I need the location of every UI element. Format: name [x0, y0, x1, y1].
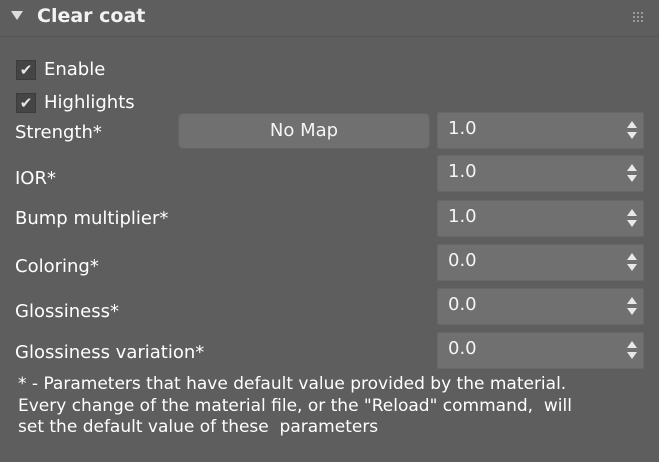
spinner-arrows[interactable] [627, 341, 638, 361]
spin-down-icon[interactable] [627, 264, 637, 271]
header-divider [0, 36, 659, 37]
glossiness-variation-label: Glossiness variation* [15, 342, 205, 363]
bump-multiplier-spinner[interactable]: 1.0 [437, 200, 644, 237]
coloring-spinner[interactable]: 0.0 [437, 244, 644, 281]
spin-up-icon[interactable] [627, 164, 637, 171]
spinner-arrows[interactable] [627, 253, 638, 273]
footnote-line: set the default value of these parameter… [18, 417, 379, 437]
glossiness-value[interactable]: 0.0 [448, 294, 477, 315]
glossiness-label: Glossiness* [15, 301, 119, 322]
strength-label: Strength* [15, 122, 102, 143]
spin-up-icon[interactable] [627, 341, 637, 348]
strength-map-button[interactable]: No Map [178, 113, 430, 149]
highlights-label: Highlights [44, 92, 135, 113]
spin-down-icon[interactable] [627, 308, 637, 315]
glossiness-spinner[interactable]: 0.0 [437, 288, 644, 325]
coloring-value[interactable]: 0.0 [448, 250, 477, 271]
bump-multiplier-label: Bump multiplier* [15, 208, 169, 229]
strength-spinner[interactable]: 1.0 [437, 112, 644, 149]
spinner-arrows[interactable] [627, 164, 638, 184]
glossiness-variation-value[interactable]: 0.0 [448, 338, 477, 359]
ior-value[interactable]: 1.0 [448, 161, 477, 182]
bump-multiplier-value[interactable]: 1.0 [448, 206, 477, 227]
spinner-arrows[interactable] [627, 209, 638, 229]
ior-label: IOR* [15, 168, 56, 189]
highlights-checkbox[interactable]: ✔ [16, 93, 36, 113]
spin-down-icon[interactable] [627, 175, 637, 182]
triangle-down-icon[interactable] [11, 11, 23, 20]
enable-checkbox[interactable]: ✔ [16, 60, 36, 80]
grip-dots-icon[interactable] [633, 12, 645, 22]
ior-spinner[interactable]: 1.0 [437, 155, 644, 192]
spin-up-icon[interactable] [627, 121, 637, 128]
panel-title: Clear coat [37, 5, 146, 27]
spinner-arrows[interactable] [627, 121, 638, 141]
coloring-label: Coloring* [15, 256, 99, 277]
spin-down-icon[interactable] [627, 132, 637, 139]
spin-up-icon[interactable] [627, 209, 637, 216]
strength-value[interactable]: 1.0 [448, 118, 477, 139]
spin-up-icon[interactable] [627, 253, 637, 260]
spin-down-icon[interactable] [627, 352, 637, 359]
enable-label: Enable [44, 59, 106, 80]
spinner-arrows[interactable] [627, 297, 638, 317]
spin-down-icon[interactable] [627, 220, 637, 227]
footnote: * - Parameters that have default value p… [18, 374, 648, 439]
footnote-line: Every change of the material file, or th… [18, 395, 572, 416]
footnote-line: * - Parameters that have default value p… [18, 374, 567, 394]
glossiness-variation-spinner[interactable]: 0.0 [437, 332, 644, 369]
panel-header[interactable]: Clear coat [0, 0, 659, 36]
spin-up-icon[interactable] [627, 297, 637, 304]
